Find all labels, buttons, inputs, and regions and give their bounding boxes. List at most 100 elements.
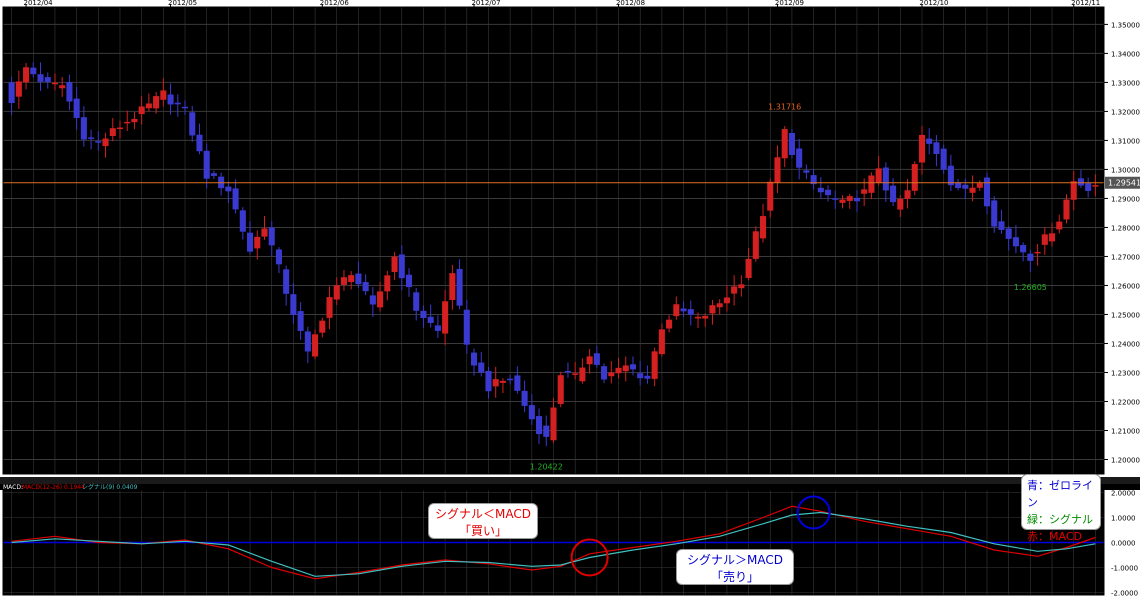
candle-down bbox=[825, 189, 832, 196]
candle-down bbox=[463, 309, 470, 345]
y-tick-label: 1.35000 bbox=[1111, 21, 1140, 29]
candle-down bbox=[369, 295, 376, 305]
x-tick-label: 2012/05 bbox=[168, 0, 197, 7]
candle-up bbox=[499, 380, 506, 383]
y-tick-label: 1.32000 bbox=[1111, 108, 1140, 116]
chart-svg: 1.35000 1.34000 1.33000 1.32000 1.31000 1.300… bbox=[0, 0, 1140, 598]
buy-signal-callout: シグナル＜MACD 「買い」 bbox=[428, 503, 538, 539]
y-tick-label: 1.33000 bbox=[1111, 79, 1140, 87]
candle-up bbox=[59, 85, 66, 89]
y-tick-label: 1.29000 bbox=[1111, 195, 1140, 203]
candle-up bbox=[904, 190, 911, 199]
candle-down bbox=[434, 325, 441, 331]
buy-callout-line2: 「買い」 bbox=[458, 524, 507, 538]
candle-down bbox=[88, 137, 95, 139]
candle-down bbox=[95, 141, 102, 143]
candle-up bbox=[131, 118, 138, 123]
candle-down bbox=[1020, 245, 1027, 253]
candle-up bbox=[709, 305, 716, 314]
y-tick-label: 1.30000 bbox=[1111, 166, 1140, 174]
candle-down bbox=[962, 184, 969, 189]
y-tick-label: 1.23000 bbox=[1111, 369, 1140, 377]
candle-up bbox=[348, 275, 355, 282]
candle-down bbox=[528, 405, 535, 420]
candle-up bbox=[449, 273, 456, 300]
candle-up bbox=[492, 379, 499, 387]
candle-down bbox=[470, 352, 478, 366]
candle-up bbox=[615, 367, 622, 374]
candle-up bbox=[333, 285, 340, 300]
candle-down bbox=[210, 173, 217, 176]
candle-down bbox=[30, 67, 37, 75]
candle-up bbox=[15, 81, 22, 97]
y-tick-label: 1.26000 bbox=[1111, 282, 1140, 290]
candle-up bbox=[391, 256, 398, 273]
y-tick-label: 1.25000 bbox=[1111, 311, 1140, 319]
candle-down bbox=[882, 167, 889, 191]
legend-zero-line: 青：ゼロライン bbox=[1027, 479, 1093, 509]
candle-down bbox=[268, 227, 275, 246]
candle-up bbox=[579, 367, 586, 382]
candle-up bbox=[716, 303, 723, 308]
candle-up bbox=[745, 258, 752, 278]
candle-up bbox=[116, 127, 124, 130]
candle-down bbox=[304, 331, 311, 352]
candle-down bbox=[940, 148, 947, 170]
candle-up bbox=[759, 216, 767, 239]
candle-up bbox=[752, 231, 759, 259]
candle-up bbox=[1056, 221, 1063, 230]
candle-up bbox=[846, 196, 853, 201]
candle-down bbox=[521, 390, 528, 406]
candle-down bbox=[796, 148, 803, 168]
legend-signal: 緑：シグナル bbox=[1027, 513, 1093, 526]
candle-down bbox=[1012, 237, 1019, 247]
candle-down bbox=[564, 370, 571, 373]
candle-down bbox=[680, 308, 687, 312]
candle-down bbox=[398, 254, 405, 279]
candle-up bbox=[51, 82, 58, 85]
candle-down bbox=[983, 177, 991, 207]
current-price-label: 1.29541 bbox=[1108, 179, 1140, 188]
candle-up bbox=[160, 90, 167, 100]
y-tick-label: 1.28000 bbox=[1111, 224, 1140, 232]
candle-up bbox=[666, 319, 673, 329]
x-tick-label: 2012/10 bbox=[919, 0, 948, 7]
candle-up bbox=[608, 372, 615, 377]
candle-up bbox=[319, 320, 326, 333]
candle-up bbox=[651, 351, 658, 379]
candle-down bbox=[290, 294, 297, 315]
candle-up bbox=[911, 164, 918, 191]
candle-up bbox=[550, 407, 557, 441]
candle-down bbox=[167, 94, 174, 105]
macd-y-tick-label: 1.0000 bbox=[1111, 515, 1136, 523]
candle-down bbox=[478, 362, 485, 373]
candle-up bbox=[312, 334, 319, 357]
candle-down bbox=[275, 249, 282, 265]
candle-up bbox=[781, 129, 788, 159]
macd-y-tick-label: 2.0000 bbox=[1111, 490, 1136, 498]
candle-down bbox=[788, 132, 795, 155]
candle-up bbox=[969, 187, 976, 193]
y-tick-label: 1.21000 bbox=[1111, 427, 1140, 435]
candle-down bbox=[687, 309, 694, 315]
candle-down bbox=[456, 268, 463, 306]
x-tick-label: 2012/08 bbox=[616, 0, 645, 7]
candle-down bbox=[890, 185, 897, 203]
candle-up bbox=[261, 228, 268, 237]
candle-up bbox=[702, 315, 709, 319]
candle-up bbox=[326, 297, 333, 318]
candle-up bbox=[723, 297, 730, 304]
candle-up bbox=[622, 365, 629, 372]
candle-down bbox=[1027, 253, 1034, 261]
candle-down bbox=[1005, 228, 1012, 239]
candle-down bbox=[998, 221, 1005, 230]
y-tick-label: 1.24000 bbox=[1111, 340, 1140, 348]
candle-up bbox=[557, 375, 564, 404]
candle-up bbox=[1092, 185, 1099, 187]
candle-down bbox=[203, 150, 210, 179]
candle-up bbox=[586, 356, 593, 365]
panel-separator bbox=[0, 477, 1140, 484]
candle-down bbox=[73, 98, 80, 118]
candle-up bbox=[1049, 233, 1056, 242]
candle-up bbox=[861, 189, 868, 194]
